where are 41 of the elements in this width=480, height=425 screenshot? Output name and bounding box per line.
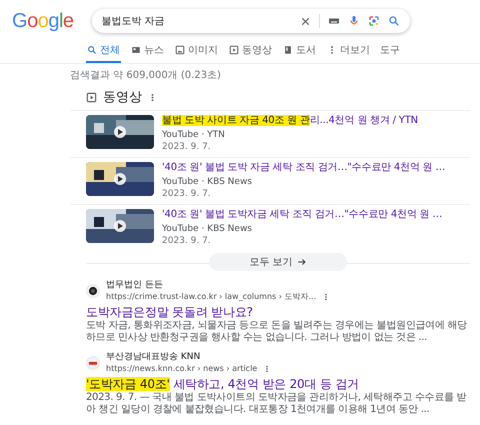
result-url: https://crime.trust-law.co.kr › law_columns › 도박자... xyxy=(106,291,316,302)
video-source: YouTube · YTN xyxy=(162,129,226,141)
result-snippet: 도박 자금, 통화위조자금, 뇌물자금 등으로 돈을 빌려주는 경우에는 불법원인급여에 해당하므로 민사상 반환청구권을 행사할 수는 없습니다. 그러나 방법이 없는 것은 ... xyxy=(86,320,468,344)
result-url: https://news.knn.co.kr › news › article xyxy=(106,363,258,374)
show-all-button[interactable]: 모두 보기 xyxy=(209,253,347,271)
video-date: 2023. 9. 7. xyxy=(162,188,212,200)
result-snippet: 2023. 9. 7. — 국내 불법 도박사이트의 도박자금을 관리하거나, 세탁해주고 수수료를 받아 챙긴 일당이 경찰에 붙잡혔습니다. 대포통장 1천여개를 이용해 1년여 동안 ... xyxy=(86,392,468,416)
video-source: YouTube · KBS News xyxy=(162,223,253,235)
google-logo[interactable]: Google xyxy=(12,10,74,32)
tab[interactable]: 도서 xyxy=(282,43,317,63)
video-date: 2023. 9. 7. xyxy=(162,235,212,247)
tab[interactable]: 동영상 xyxy=(228,43,273,63)
result-title[interactable]: '도박자금 40조' 세탁하고, 4천억 받은 20대 등 검거 xyxy=(86,376,470,392)
tab[interactable]: 이미지 xyxy=(174,43,219,63)
play-icon xyxy=(229,45,239,55)
site-favicon-icon xyxy=(86,284,100,298)
site-name: 법무법인 든든 xyxy=(106,280,164,291)
video-date: 2023. 9. 7. xyxy=(162,141,212,153)
book-icon xyxy=(283,45,293,55)
microphone-icon[interactable] xyxy=(348,15,360,27)
video-source: YouTube · KBS News xyxy=(162,176,253,188)
video-title[interactable]: '40조 원' 불법 도박 자금 세탁 조직 검거…"수수료만 4천억 원 … xyxy=(162,162,446,174)
section-heading: 동영상 xyxy=(103,89,142,106)
image-icon xyxy=(175,45,185,55)
play-icon xyxy=(86,92,97,102)
site-favicon-icon xyxy=(86,356,100,370)
newspaper-icon xyxy=(131,45,141,55)
tab[interactable]: 더보기 xyxy=(326,43,371,63)
video-title[interactable]: '40조 원' 불법 도박자금 세탁 조직 검거…"수수료만 4천억 원 … xyxy=(162,209,442,221)
tools-button[interactable]: 도구 xyxy=(380,43,400,63)
search-icon xyxy=(87,45,97,55)
tab[interactable]: 뉴스 xyxy=(130,43,165,63)
close-icon[interactable] xyxy=(300,16,311,26)
search-icon[interactable] xyxy=(388,15,400,27)
result-stats: 검색결과 약 609,000개 (0.23초) xyxy=(70,69,222,82)
tab[interactable]: 전체 xyxy=(86,43,121,63)
camera-lens-icon[interactable] xyxy=(368,15,380,27)
arrow-right-icon xyxy=(296,257,307,267)
search-field[interactable]: 불법도박 자금 xyxy=(102,16,292,26)
result-title[interactable]: 도박자금은정말 못돌려 받나요? xyxy=(86,304,470,320)
site-name: 부산경남대표방송 KNN xyxy=(106,352,202,363)
